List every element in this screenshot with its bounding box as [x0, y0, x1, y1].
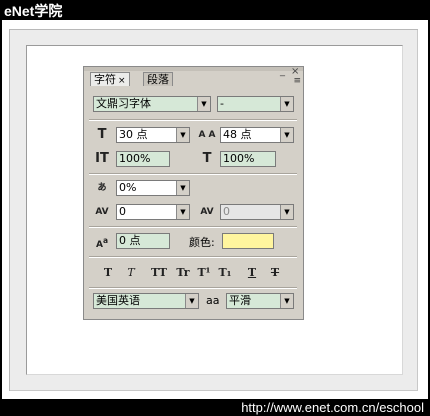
- superscript-button[interactable]: T¹: [196, 265, 212, 281]
- font-style-select[interactable]: - ▼: [217, 96, 294, 112]
- font-style-value: -: [220, 97, 224, 110]
- baseline-shift-input[interactable]: 0 点: [116, 233, 170, 249]
- tab-close-icon[interactable]: ×: [118, 76, 126, 86]
- text-color-swatch[interactable]: [222, 233, 274, 249]
- language-select[interactable]: 美国英语 ▼: [93, 293, 199, 309]
- chevron-down-icon[interactable]: ▼: [185, 294, 198, 308]
- panel-menu-icon[interactable]: ≡: [293, 76, 301, 86]
- tracking-select[interactable]: 0 ▼: [220, 204, 294, 220]
- vertical-scale-input[interactable]: 100%: [116, 151, 170, 167]
- panel-tab-bar: 字符 × 段落 _ × ≡: [84, 66, 303, 86]
- all-caps-button[interactable]: TT: [148, 265, 170, 281]
- horizontal-scale-value: 100%: [223, 152, 255, 165]
- font-family-select[interactable]: 文鼎习字体 ▼: [93, 96, 211, 112]
- kerning-value: 0: [119, 205, 126, 218]
- tab-paragraph-label: 段落: [147, 73, 169, 86]
- leading-icon: A A: [198, 130, 216, 140]
- font-size-icon: T: [97, 127, 107, 142]
- horizontal-scale-icon: T: [202, 151, 212, 166]
- brand-title: eNet学院: [4, 3, 63, 19]
- kerning-select[interactable]: 0 ▼: [116, 204, 190, 220]
- tab-character[interactable]: 字符 ×: [90, 72, 130, 86]
- tracking-value: 0: [223, 205, 230, 218]
- kerning-icon: AV: [95, 207, 109, 217]
- antialias-value: 平滑: [229, 294, 251, 307]
- antialias-icon: aa: [206, 294, 220, 307]
- panel-grip[interactable]: [84, 67, 303, 71]
- divider: [89, 287, 297, 289]
- antialias-select[interactable]: 平滑 ▼: [226, 293, 294, 309]
- small-caps-button[interactable]: Tr: [174, 265, 192, 281]
- chevron-down-icon[interactable]: ▼: [280, 294, 293, 308]
- divider: [89, 173, 297, 175]
- chevron-down-icon[interactable]: ▼: [280, 205, 293, 219]
- leading-value: 48 点: [223, 128, 252, 141]
- divider: [89, 226, 297, 228]
- strikethrough-button[interactable]: T: [267, 265, 283, 281]
- language-value: 美国英语: [96, 294, 140, 307]
- baseline-shift-icon: Aa: [95, 236, 109, 250]
- tsume-value: 0%: [119, 181, 137, 194]
- chevron-down-icon[interactable]: ▼: [176, 181, 189, 195]
- faux-italic-button[interactable]: T: [124, 265, 138, 281]
- divider: [89, 119, 297, 121]
- underline-button[interactable]: T: [244, 265, 260, 281]
- chevron-down-icon[interactable]: ▼: [176, 205, 189, 219]
- tab-paragraph[interactable]: 段落: [143, 72, 173, 86]
- type-style-buttons: T T TT Tr T¹ T₁ T T: [84, 265, 303, 281]
- font-family-value: 文鼎习字体: [96, 97, 151, 110]
- font-size-select[interactable]: 30 点 ▼: [116, 127, 190, 143]
- chevron-down-icon[interactable]: ▼: [280, 97, 293, 111]
- chevron-down-icon[interactable]: ▼: [176, 128, 189, 142]
- chevron-down-icon[interactable]: ▼: [197, 97, 210, 111]
- font-size-value: 30 点: [119, 128, 148, 141]
- vertical-scale-icon: IT: [95, 151, 109, 166]
- leading-select[interactable]: 48 点 ▼: [220, 127, 294, 143]
- minimize-icon[interactable]: _: [280, 66, 285, 77]
- chevron-down-icon[interactable]: ▼: [280, 128, 293, 142]
- tracking-icon: AV: [200, 207, 214, 217]
- horizontal-scale-input[interactable]: 100%: [220, 151, 276, 167]
- vertical-scale-value: 100%: [119, 152, 151, 165]
- tsume-icon: あ: [97, 183, 107, 193]
- divider: [89, 256, 297, 258]
- subscript-button[interactable]: T₁: [217, 265, 233, 281]
- baseline-shift-value: 0 点: [119, 234, 141, 247]
- footer-url: http://www.enet.com.cn/eschool: [241, 400, 424, 415]
- faux-bold-button[interactable]: T: [101, 265, 115, 281]
- color-label: 颜色:: [189, 236, 215, 249]
- tab-character-label: 字符: [94, 73, 116, 86]
- tsume-select[interactable]: 0% ▼: [116, 180, 190, 196]
- character-panel: 字符 × 段落 _ × ≡ 文鼎习字体 ▼ - ▼ T 30 点 ▼ A A 48…: [83, 66, 304, 320]
